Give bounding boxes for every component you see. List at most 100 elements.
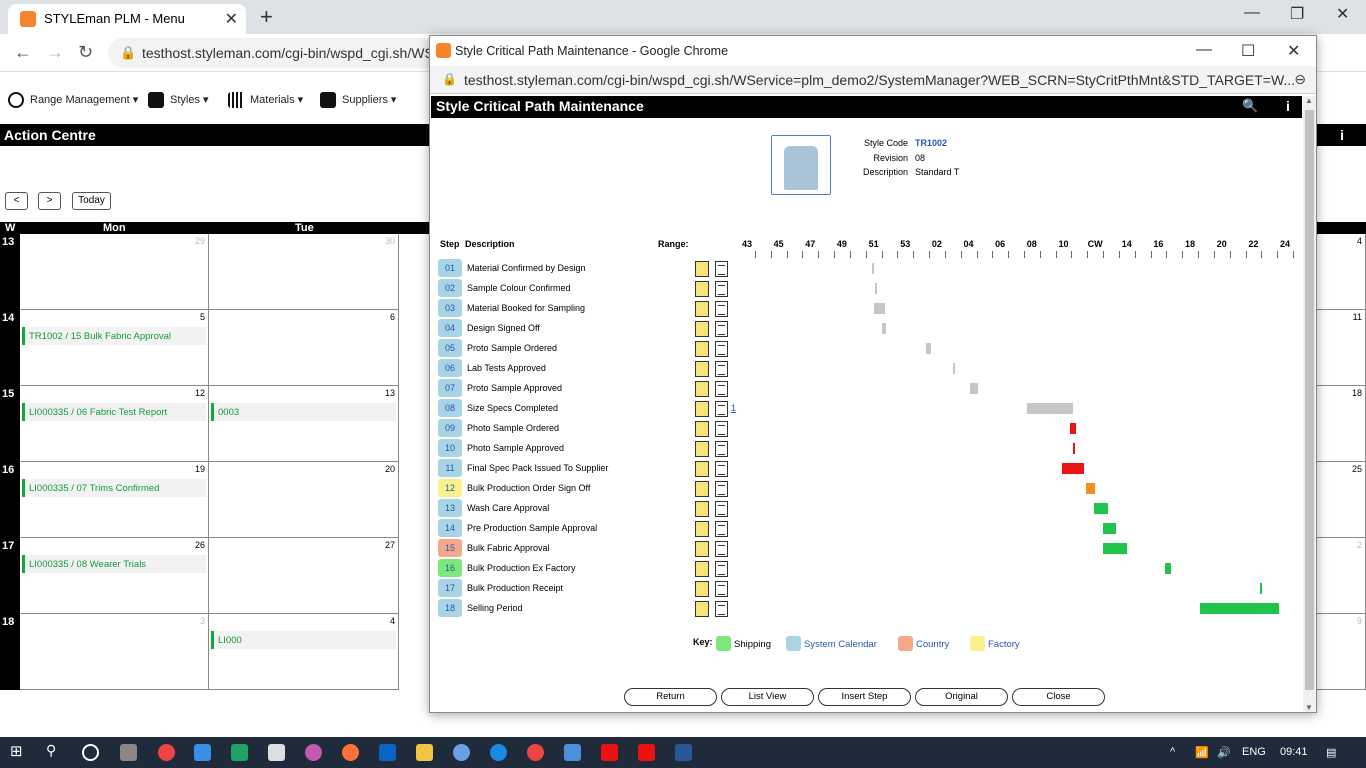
calendar-day-cell[interactable]: 4 [1317, 234, 1366, 310]
calendar-day-cell[interactable]: 18 [1317, 386, 1366, 462]
calendar-day-cell[interactable]: 9 [1317, 614, 1366, 690]
calendar-day-cell[interactable]: 20 [209, 462, 399, 538]
vivaldi-icon[interactable] [601, 744, 618, 761]
step-number-button[interactable]: 18 [438, 599, 462, 617]
notes-doc-icon[interactable] [715, 301, 728, 317]
timeline-bar[interactable] [1103, 543, 1127, 554]
calendar-day-cell[interactable]: 2 [1317, 538, 1366, 614]
notes-doc-icon[interactable] [715, 281, 728, 297]
app-icon[interactable] [194, 744, 211, 761]
maximize-icon[interactable]: ☐ [1241, 41, 1255, 61]
close-tab-icon[interactable]: ✕ [225, 9, 238, 29]
calendar-event[interactable]: LI000335 / 06 Fabric Test Report [22, 403, 206, 421]
menu-styles[interactable]: Styles ▾ [148, 92, 209, 108]
timeline-bar[interactable] [1164, 563, 1172, 574]
minimize-icon[interactable]: — [1196, 41, 1212, 59]
vivaldi-icon[interactable] [638, 744, 655, 761]
step-number-button[interactable]: 01 [438, 259, 462, 277]
notes-doc-icon[interactable] [715, 581, 728, 597]
style-code-value[interactable]: TR1002 [915, 138, 947, 148]
scroll-down-icon[interactable]: ▼ [1305, 703, 1313, 712]
today-button[interactable]: Today [72, 192, 111, 210]
calendar-event[interactable]: LI000335 / 08 Wearer Trials [22, 555, 206, 573]
word-icon[interactable] [675, 744, 692, 761]
notes-doc-icon[interactable] [715, 561, 728, 577]
cortana-icon[interactable] [82, 744, 99, 761]
next-button[interactable]: > [38, 192, 61, 210]
step-number-button[interactable]: 16 [438, 559, 462, 577]
timeline-bar[interactable] [872, 263, 874, 274]
close-button[interactable]: Close [1012, 688, 1105, 706]
image-doc-icon[interactable] [695, 341, 709, 357]
prev-button[interactable]: < [5, 192, 28, 210]
outlook-icon[interactable] [379, 744, 396, 761]
step-link[interactable]: 1 [731, 403, 736, 413]
timeline-bar[interactable] [873, 303, 885, 314]
timeline-bar[interactable] [1103, 523, 1116, 534]
step-number-button[interactable]: 05 [438, 339, 462, 357]
timeline-bar[interactable] [1027, 403, 1073, 414]
timeline-bar[interactable] [1085, 483, 1096, 494]
notes-doc-icon[interactable] [715, 541, 728, 557]
image-doc-icon[interactable] [695, 381, 709, 397]
image-doc-icon[interactable] [695, 581, 709, 597]
notes-doc-icon[interactable] [715, 321, 728, 337]
image-doc-icon[interactable] [695, 461, 709, 477]
close-window-icon[interactable]: ✕ [1287, 41, 1300, 61]
step-number-button[interactable]: 12 [438, 479, 462, 497]
menu-suppliers[interactable]: Suppliers ▾ [320, 92, 396, 108]
menu-range-management[interactable]: Range Management ▾ [8, 92, 138, 108]
close-window-icon[interactable]: ✕ [1336, 4, 1349, 24]
search-icon[interactable]: ⚲ [46, 742, 63, 759]
notes-doc-icon[interactable] [715, 421, 728, 437]
notes-doc-icon[interactable] [715, 401, 728, 417]
scroll-thumb[interactable] [1305, 110, 1314, 690]
timeline-bar[interactable] [881, 323, 887, 334]
insert-step-button[interactable]: Insert Step [818, 688, 911, 706]
calendar-event[interactable]: LI000 [211, 631, 396, 649]
calendar-day-cell[interactable]: 27 [209, 538, 399, 614]
calendar-day-cell[interactable]: 3 [20, 614, 209, 690]
windows-start-icon[interactable]: ⊞ [10, 742, 27, 760]
scroll-up-icon[interactable]: ▲ [1305, 96, 1313, 105]
notes-doc-icon[interactable] [715, 261, 728, 277]
zoom-icon[interactable]: ⊖ [1294, 71, 1306, 88]
image-doc-icon[interactable] [695, 521, 709, 537]
restore-icon[interactable]: ❐ [1290, 4, 1304, 24]
step-number-button[interactable]: 06 [438, 359, 462, 377]
chrome-icon[interactable] [158, 744, 175, 761]
edge-icon[interactable] [490, 744, 507, 761]
back-icon[interactable]: ← [14, 42, 32, 63]
calendar-day-cell[interactable]: 30 [209, 234, 399, 310]
step-number-button[interactable]: 07 [438, 379, 462, 397]
info-icon[interactable]: i [1340, 127, 1344, 143]
list-view-button[interactable]: List View [721, 688, 814, 706]
step-number-button[interactable]: 10 [438, 439, 462, 457]
calendar-day-cell[interactable]: 11 [1317, 310, 1366, 386]
app-icon[interactable] [564, 744, 581, 761]
notes-doc-icon[interactable] [715, 441, 728, 457]
timeline-bar[interactable] [1072, 443, 1075, 454]
notes-doc-icon[interactable] [715, 601, 728, 617]
image-doc-icon[interactable] [695, 401, 709, 417]
timeline-bar[interactable] [1061, 463, 1085, 474]
timeline-bar[interactable] [1093, 503, 1108, 514]
original-button[interactable]: Original [915, 688, 1008, 706]
step-number-button[interactable]: 13 [438, 499, 462, 517]
timeline-bar[interactable] [875, 283, 878, 294]
step-number-button[interactable]: 09 [438, 419, 462, 437]
notes-doc-icon[interactable] [715, 381, 728, 397]
calendar-day-cell[interactable]: 6 [209, 310, 399, 386]
firefox-icon[interactable] [342, 744, 359, 761]
notifications-icon[interactable]: ▤ [1326, 746, 1336, 759]
image-doc-icon[interactable] [695, 301, 709, 317]
app-icon[interactable] [305, 744, 322, 761]
return-button[interactable]: Return [624, 688, 717, 706]
timeline-bar[interactable] [925, 343, 931, 354]
calendar-day-cell[interactable]: 19 LI000335 / 07 Trims Confirmed [20, 462, 209, 538]
search-icon[interactable]: 🔍 [1242, 98, 1258, 114]
step-number-button[interactable]: 14 [438, 519, 462, 537]
calendar-day-cell[interactable]: 25 [1317, 462, 1366, 538]
style-thumbnail[interactable] [771, 135, 831, 195]
timeline-bar[interactable] [1069, 423, 1077, 434]
